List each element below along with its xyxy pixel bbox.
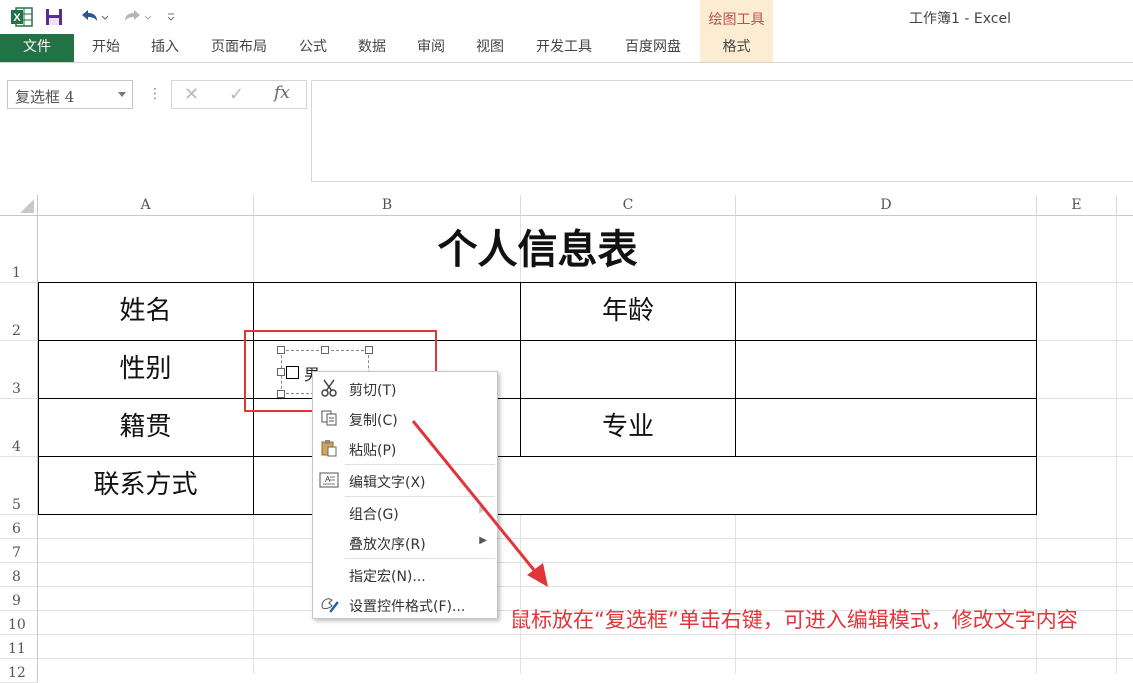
row-header-8[interactable]: 8 <box>0 563 38 587</box>
annotation-arrow-icon <box>411 420 548 587</box>
row-header-11[interactable]: 11 <box>0 635 38 659</box>
menu-item-cut[interactable]: 剪切(T) <box>313 373 497 403</box>
tab-home[interactable]: 开始 <box>80 34 132 62</box>
scissors-icon <box>319 378 339 398</box>
tab-baidu-netdisk[interactable]: 百度网盘 <box>614 34 692 62</box>
tab-format[interactable]: 格式 <box>700 34 773 62</box>
format-control-icon <box>319 594 339 614</box>
column-header-c[interactable]: C <box>521 195 736 216</box>
cell-a3[interactable]: 性别 <box>38 341 253 398</box>
cell-c2[interactable]: 年龄 <box>521 283 735 340</box>
tab-view[interactable]: 视图 <box>465 34 515 62</box>
row-header-9[interactable]: 9 <box>0 587 38 611</box>
svg-text:X: X <box>13 12 21 24</box>
cell-a5[interactable]: 联系方式 <box>38 457 253 514</box>
row-header-2[interactable]: 2 <box>0 283 38 341</box>
tab-insert[interactable]: 插入 <box>140 34 190 62</box>
tab-page-layout[interactable]: 页面布局 <box>200 34 278 62</box>
redo-icon[interactable] <box>118 6 154 28</box>
row-header-7[interactable]: 7 <box>0 539 38 563</box>
column-header-a[interactable]: A <box>38 195 254 216</box>
column-header-b[interactable]: B <box>254 195 521 216</box>
formula-buttons: ✕ ✓ fx <box>171 80 307 109</box>
menu-item-label: 粘贴(P) <box>349 443 397 459</box>
formula-bar-resize-handle[interactable]: ⋮ <box>148 86 162 102</box>
row-header-5[interactable]: 5 <box>0 457 38 515</box>
tab-data[interactable]: 数据 <box>347 34 397 62</box>
row-header-4[interactable]: 4 <box>0 399 38 457</box>
row-header-3[interactable]: 3 <box>0 341 38 399</box>
tab-developer[interactable]: 开发工具 <box>525 34 603 62</box>
document-title: 工作簿1 - Excel <box>909 11 1011 27</box>
name-box-value: 复选框 4 <box>15 88 75 106</box>
menu-item-label: 组合(G) <box>349 507 399 523</box>
edit-text-icon: A <box>319 470 339 490</box>
excel-logo-icon: X <box>9 6 35 28</box>
customize-qat-icon[interactable] <box>162 6 180 28</box>
menu-item-label: 设置控件格式(F)... <box>349 599 466 615</box>
tab-file[interactable]: 文件 <box>0 34 74 62</box>
chevron-down-icon[interactable] <box>118 92 126 97</box>
contextual-group-label: 绘图工具 <box>708 12 765 28</box>
menu-item-label: 复制(C) <box>349 413 398 429</box>
cell-a2[interactable]: 姓名 <box>38 283 253 340</box>
name-box[interactable]: 复选框 4 <box>7 80 133 109</box>
column-header-e[interactable]: E <box>1037 195 1117 216</box>
cell-a4[interactable]: 籍贯 <box>38 399 253 456</box>
column-header-d[interactable]: D <box>736 195 1037 216</box>
menu-item-label: 剪切(T) <box>349 383 397 399</box>
row-header-6[interactable]: 6 <box>0 515 38 539</box>
row-header-12[interactable]: 12 <box>0 659 38 683</box>
row-header-1[interactable]: 1 <box>0 216 38 283</box>
save-icon[interactable] <box>42 6 66 28</box>
enter-icon[interactable]: ✓ <box>229 84 244 105</box>
copy-icon <box>319 408 339 428</box>
paste-icon <box>319 438 339 458</box>
cancel-icon[interactable]: ✕ <box>184 84 199 105</box>
row-header-10[interactable]: 10 <box>0 611 38 635</box>
tab-formulas[interactable]: 公式 <box>288 34 338 62</box>
sheet-title-cell[interactable]: 个人信息表 <box>38 220 1037 280</box>
annotation-text: 鼠标放在“复选框”单击右键，可进入编辑模式，修改文字内容 <box>510 608 1078 632</box>
insert-function-icon[interactable]: fx <box>274 83 290 103</box>
tab-review[interactable]: 审阅 <box>406 34 456 62</box>
undo-icon[interactable] <box>76 6 110 28</box>
formula-input[interactable] <box>311 80 1133 182</box>
select-all-triangle-icon[interactable] <box>20 199 34 213</box>
